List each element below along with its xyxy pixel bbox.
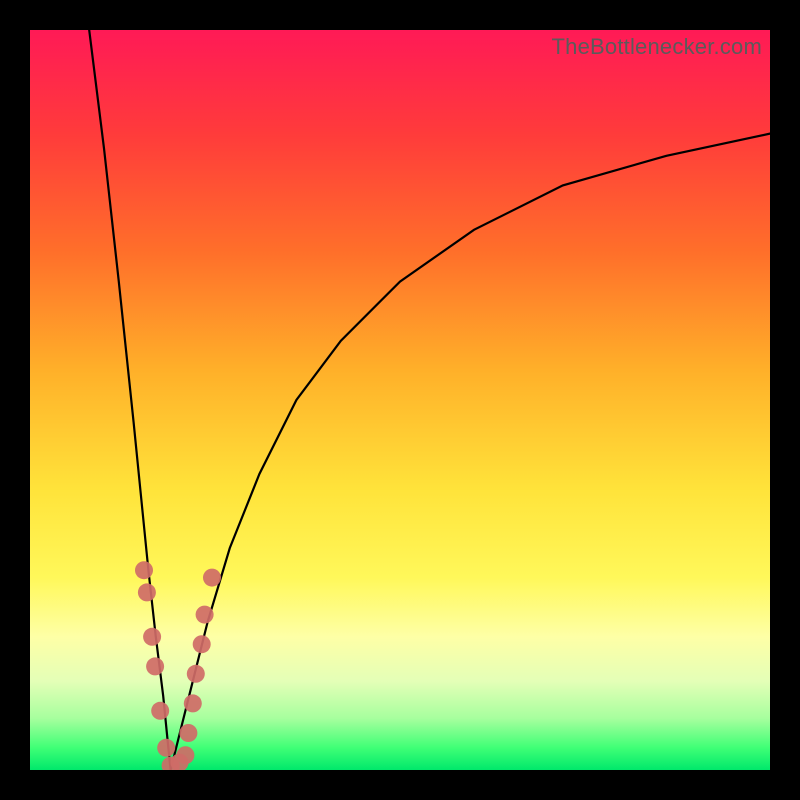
data-marker bbox=[196, 606, 214, 624]
data-marker bbox=[193, 635, 211, 653]
data-marker bbox=[157, 739, 175, 757]
data-marker bbox=[203, 569, 221, 587]
curve-layer bbox=[30, 30, 770, 770]
data-marker bbox=[135, 561, 153, 579]
data-marker bbox=[179, 724, 197, 742]
data-marker bbox=[184, 694, 202, 712]
data-marker bbox=[146, 657, 164, 675]
curve-right-branch bbox=[171, 134, 770, 770]
data-marker bbox=[151, 702, 169, 720]
plot-area: TheBottlenecker.com bbox=[30, 30, 770, 770]
data-marker bbox=[138, 583, 156, 601]
chart-frame: TheBottlenecker.com bbox=[0, 0, 800, 800]
data-marker bbox=[187, 665, 205, 683]
data-marker bbox=[176, 746, 194, 764]
data-marker bbox=[143, 628, 161, 646]
